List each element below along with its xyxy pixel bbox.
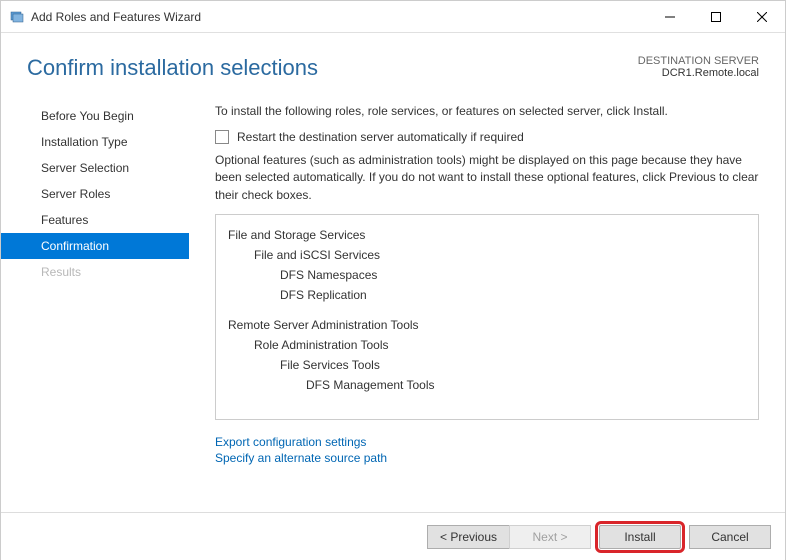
sidebar-step-before-you-begin[interactable]: Before You Begin <box>1 103 189 129</box>
alternate-source-link[interactable]: Specify an alternate source path <box>215 450 759 466</box>
sidebar: Before You BeginInstallation TypeServer … <box>1 99 189 466</box>
destination-value: DCR1.Remote.local <box>638 67 759 79</box>
tree-item: DFS Management Tools <box>228 375 746 395</box>
header: Confirm installation selections DESTINAT… <box>1 33 785 91</box>
tree-item: Remote Server Administration Tools <box>228 315 746 335</box>
export-config-link[interactable]: Export configuration settings <box>215 434 759 450</box>
previous-button[interactable]: < Previous <box>427 525 509 549</box>
optional-features-note: Optional features (such as administratio… <box>215 152 759 204</box>
sidebar-step-server-roles[interactable]: Server Roles <box>1 181 189 207</box>
nav-button-group: < Previous Next > <box>427 525 591 549</box>
tree-item: File and iSCSI Services <box>228 245 746 265</box>
restart-checkbox-row[interactable]: Restart the destination server automatic… <box>215 130 759 144</box>
sidebar-step-confirmation[interactable]: Confirmation <box>1 233 189 259</box>
sidebar-step-server-selection[interactable]: Server Selection <box>1 155 189 181</box>
links: Export configuration settings Specify an… <box>215 434 759 466</box>
maximize-button[interactable] <box>693 1 739 32</box>
titlebar: Add Roles and Features Wizard <box>1 1 785 33</box>
next-button: Next > <box>509 525 591 549</box>
tree-item: DFS Namespaces <box>228 265 746 285</box>
content: To install the following roles, role ser… <box>189 99 785 466</box>
restart-checkbox-label: Restart the destination server automatic… <box>237 130 524 144</box>
destination-label: DESTINATION SERVER <box>638 55 759 67</box>
main: Before You BeginInstallation TypeServer … <box>1 91 785 466</box>
sidebar-step-features[interactable]: Features <box>1 207 189 233</box>
selections-tree[interactable]: File and Storage ServicesFile and iSCSI … <box>215 214 759 420</box>
sidebar-step-results: Results <box>1 259 189 285</box>
intro-text: To install the following roles, role ser… <box>215 103 759 120</box>
window-controls <box>647 1 785 32</box>
server-manager-icon <box>9 9 25 25</box>
minimize-button[interactable] <box>647 1 693 32</box>
tree-item: File Services Tools <box>228 355 746 375</box>
tree-item: DFS Replication <box>228 285 746 305</box>
restart-checkbox[interactable] <box>215 130 229 144</box>
install-button[interactable]: Install <box>599 525 681 549</box>
cancel-button[interactable]: Cancel <box>689 525 771 549</box>
destination-server: DESTINATION SERVER DCR1.Remote.local <box>638 55 759 79</box>
close-button[interactable] <box>739 1 785 32</box>
sidebar-step-installation-type[interactable]: Installation Type <box>1 129 189 155</box>
tree-item: File and Storage Services <box>228 225 746 245</box>
tree-item: Role Administration Tools <box>228 335 746 355</box>
window-title: Add Roles and Features Wizard <box>31 10 647 24</box>
page-title: Confirm installation selections <box>27 55 318 81</box>
footer: < Previous Next > Install Cancel <box>1 512 785 560</box>
